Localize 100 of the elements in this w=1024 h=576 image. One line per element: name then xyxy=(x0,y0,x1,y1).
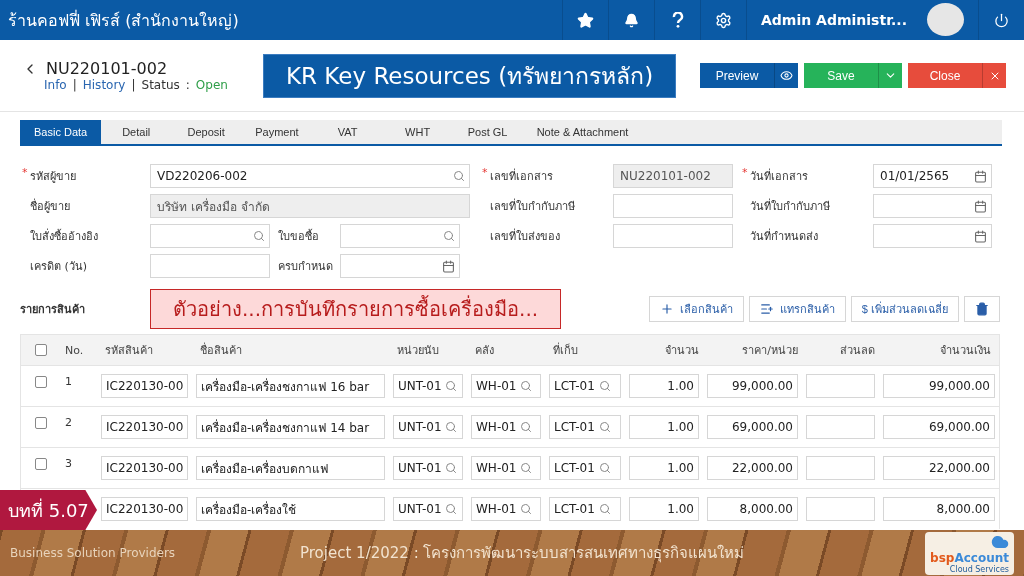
input-field[interactable]: 99,000.00 xyxy=(883,374,995,398)
avatar[interactable] xyxy=(927,3,964,36)
tab[interactable]: Payment xyxy=(241,120,313,144)
input-field[interactable]: 1.00 xyxy=(629,497,699,521)
input-field[interactable]: เครื่องมือ-เครื่องบดกาแฟ xyxy=(196,456,385,480)
input-field[interactable]: LCT-01 xyxy=(549,415,621,439)
calendar-icon[interactable] xyxy=(974,229,987,243)
input-field[interactable]: UNT-01 xyxy=(393,374,463,398)
input-field[interactable]: LCT-01 xyxy=(549,374,621,398)
input-field[interactable]: 69,000.00 xyxy=(707,415,798,439)
list-plus-icon xyxy=(759,302,774,316)
calendar-icon[interactable] xyxy=(974,169,987,183)
header-link[interactable]: Info xyxy=(44,78,67,92)
input-field[interactable]: LCT-01 xyxy=(549,456,621,480)
column-header: จำนวน xyxy=(664,343,700,359)
input-field[interactable] xyxy=(150,254,270,278)
search-icon[interactable] xyxy=(598,503,611,515)
input-field[interactable]: 01/01/2565 xyxy=(873,164,992,188)
separator: | xyxy=(72,78,77,92)
search-icon[interactable] xyxy=(445,503,458,515)
document-number: NU220101-002 xyxy=(46,59,168,78)
input-field[interactable]: 1.00 xyxy=(629,415,699,439)
tab[interactable]: Post GL xyxy=(452,120,523,144)
input-field[interactable]: LCT-01 xyxy=(549,497,621,521)
input-field[interactable]: IC220130-00 xyxy=(101,374,188,398)
search-icon[interactable] xyxy=(520,503,533,515)
checkbox[interactable] xyxy=(35,376,47,388)
tab[interactable]: Basic Data xyxy=(20,120,102,144)
checkbox[interactable] xyxy=(35,344,47,356)
input-field[interactable]: UNT-01 xyxy=(393,415,463,439)
search-icon[interactable] xyxy=(453,170,465,182)
input-field[interactable] xyxy=(613,224,733,248)
field-label: ใบขอซื้อ xyxy=(277,228,320,245)
column-header: ที่เก็บ xyxy=(552,341,579,359)
tool-button[interactable]: $ เพิ่มส่วนลดเฉลี่ย xyxy=(850,296,959,322)
tool-button[interactable]: แทรกสินค้า xyxy=(748,296,846,322)
input-field[interactable]: NU220101-002 xyxy=(613,164,733,188)
tab[interactable]: Detail xyxy=(101,120,172,144)
field-label: เลขที่ใบกำกับภาษี xyxy=(489,197,576,215)
search-icon[interactable] xyxy=(443,230,455,242)
input-field[interactable] xyxy=(806,374,875,398)
input-field[interactable] xyxy=(873,194,992,218)
search-icon[interactable] xyxy=(598,421,611,433)
checkbox[interactable] xyxy=(35,458,47,470)
column-header: ราคา/หน่วย xyxy=(741,343,799,359)
input-field[interactable]: บริษัท เครื่องมือ จำกัด xyxy=(150,194,470,218)
input-field[interactable]: WH-01 xyxy=(471,415,541,439)
input-field[interactable] xyxy=(806,497,875,521)
tab[interactable]: VAT xyxy=(312,120,383,144)
field-label: เครดิต (วัน) xyxy=(29,259,89,275)
column-header: หน่วยนับ xyxy=(396,343,440,359)
tool-button[interactable]: เลือกสินค้า xyxy=(648,296,744,322)
search-icon[interactable] xyxy=(598,462,611,474)
input-field[interactable]: เครื่องมือ-เครื่องชงกาแฟ 14 bar xyxy=(196,415,385,439)
calendar-icon[interactable] xyxy=(442,259,455,273)
input-field[interactable]: WH-01 xyxy=(471,374,541,398)
search-icon[interactable] xyxy=(445,462,458,474)
input-field[interactable]: 99,000.00 xyxy=(707,374,798,398)
delete-button[interactable] xyxy=(964,296,1000,322)
input-field[interactable] xyxy=(806,456,875,480)
tab[interactable]: WHT xyxy=(382,120,453,144)
input-field[interactable]: 1.00 xyxy=(629,374,699,398)
calendar-icon[interactable] xyxy=(974,199,987,213)
input-field[interactable] xyxy=(613,194,733,218)
search-icon[interactable] xyxy=(445,421,458,433)
input-field[interactable]: 22,000.00 xyxy=(707,456,798,480)
column-header: ชื่อสินค้า xyxy=(199,341,243,359)
input-field[interactable]: UNT-01 xyxy=(393,497,463,521)
input-field[interactable]: WH-01 xyxy=(471,456,541,480)
input-field[interactable]: UNT-01 xyxy=(393,456,463,480)
input-field[interactable] xyxy=(150,224,270,248)
required-mark: * xyxy=(742,166,748,179)
input-field[interactable] xyxy=(806,415,875,439)
input-field[interactable]: IC220130-00 xyxy=(101,415,188,439)
input-field[interactable]: 8,000.00 xyxy=(707,497,798,521)
search-icon[interactable] xyxy=(520,421,533,433)
search-icon[interactable] xyxy=(520,380,533,392)
tab[interactable]: Deposit xyxy=(171,120,242,144)
search-icon[interactable] xyxy=(598,380,611,392)
input-field[interactable]: VD220206-002 xyxy=(150,164,470,188)
search-icon[interactable] xyxy=(253,230,265,242)
field-label: วันที่กำหนดส่ง xyxy=(749,227,819,245)
input-field[interactable]: 69,000.00 xyxy=(883,415,995,439)
input-field[interactable] xyxy=(340,254,460,278)
header-link[interactable]: History xyxy=(82,78,126,92)
tab[interactable]: Note & Attachment xyxy=(522,120,643,144)
user-name[interactable]: Admin Administr... xyxy=(746,0,919,40)
search-icon[interactable] xyxy=(445,380,458,392)
input-field[interactable]: เครื่องมือ-เครื่องใช้ xyxy=(196,497,385,521)
search-icon[interactable] xyxy=(520,462,533,474)
input-field[interactable]: 1.00 xyxy=(629,456,699,480)
input-field[interactable]: 8,000.00 xyxy=(883,497,995,521)
input-field[interactable]: เครื่องมือ-เครื่องชงกาแฟ 16 bar xyxy=(196,374,385,398)
input-field[interactable]: IC220130-00 xyxy=(101,456,188,480)
input-field[interactable]: 22,000.00 xyxy=(883,456,995,480)
input-field[interactable]: WH-01 xyxy=(471,497,541,521)
input-field[interactable]: IC220130-00 xyxy=(101,497,188,521)
checkbox[interactable] xyxy=(35,417,47,429)
input-field[interactable] xyxy=(873,224,992,248)
input-field[interactable] xyxy=(340,224,460,248)
